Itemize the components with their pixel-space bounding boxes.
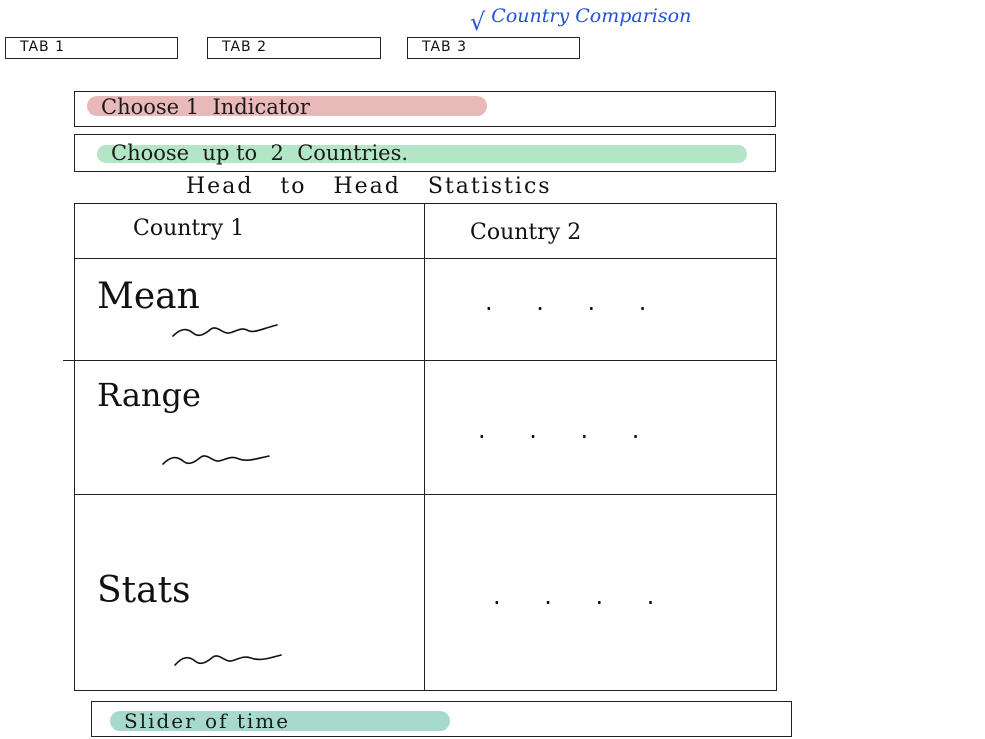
- range-country-2-value: . . . .: [478, 416, 658, 444]
- range-value-squiggle: [162, 455, 270, 465]
- table-row-divider: [75, 494, 776, 495]
- countries-multiselect[interactable]: Choose up to 2 Countries.: [74, 134, 776, 172]
- time-slider[interactable]: Slider of time: [91, 701, 792, 737]
- tab-1[interactable]: TAB 1: [5, 37, 178, 59]
- row-label-stats: Stats: [97, 570, 191, 611]
- indicator-dropdown[interactable]: Choose 1 Indicator: [74, 91, 776, 127]
- countries-multiselect-label: Choose up to 2 Countries.: [97, 143, 747, 164]
- section-heading: Head to Head Statistics: [186, 174, 552, 199]
- mean-country-2-value: . . . .: [485, 288, 665, 316]
- row-label-range: Range: [97, 376, 201, 414]
- tab-2[interactable]: TAB 2: [207, 37, 381, 59]
- tab-3[interactable]: TAB 3: [407, 37, 580, 59]
- row-label-mean: Mean: [97, 276, 200, 317]
- table-row-divider: [63, 360, 776, 361]
- annotation-text: Country Comparison: [491, 5, 692, 27]
- stats-value-squiggle: [174, 654, 282, 666]
- indicator-dropdown-label: Choose 1 Indicator: [87, 96, 487, 118]
- tab-3-annotation: √ Country Comparison: [470, 0, 692, 36]
- stats-country-2-value: . . . .: [493, 582, 673, 610]
- table-column-divider: [424, 204, 425, 690]
- head-to-head-table: Country 1 Country 2 Mean . . . . Range .…: [63, 203, 777, 691]
- column-header-country-2: Country 2: [470, 220, 582, 245]
- mean-value-squiggle: [172, 324, 278, 337]
- table-header-divider: [75, 258, 776, 259]
- time-slider-label: Slider of time: [110, 711, 450, 731]
- checkmark-icon: √: [470, 8, 486, 36]
- column-header-country-1: Country 1: [133, 216, 245, 241]
